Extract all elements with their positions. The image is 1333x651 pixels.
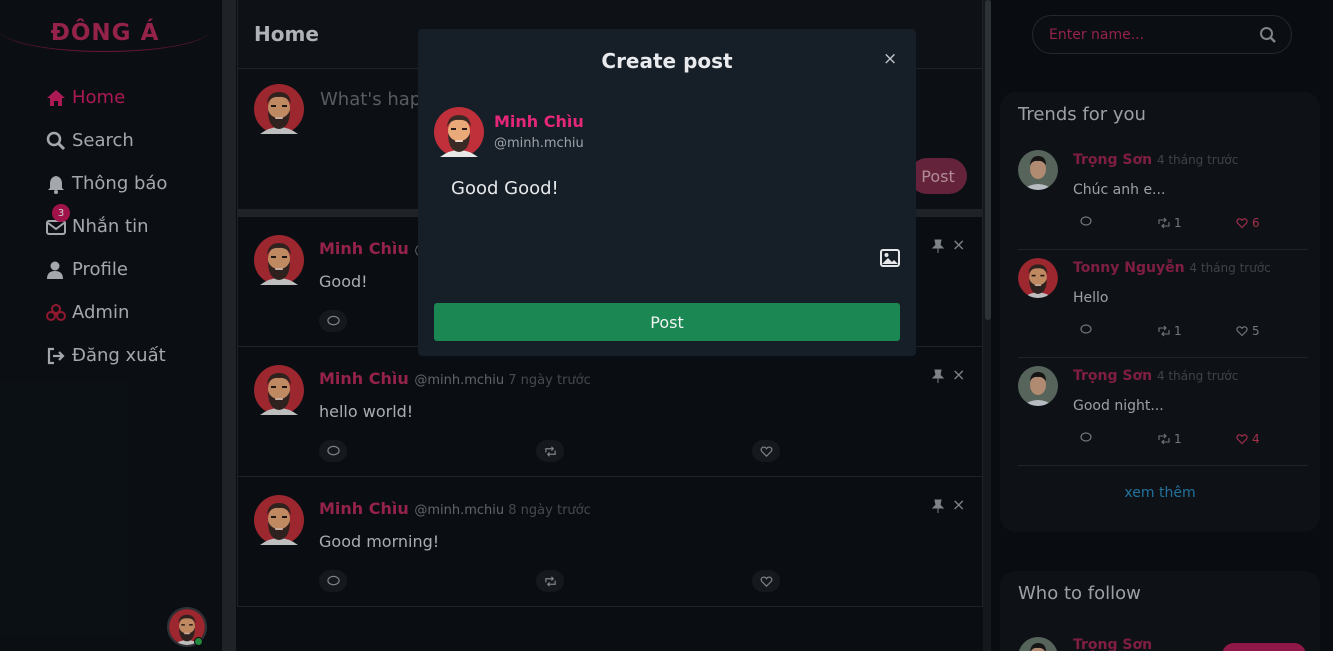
post-button[interactable]: Post [434, 303, 900, 341]
image-upload-icon[interactable] [880, 249, 900, 267]
modal-title: Create post [601, 49, 733, 73]
modal-user-name: Minh Chìu [494, 112, 584, 131]
avatar [434, 107, 484, 157]
modal-user-handle: @minh.mchiu [494, 136, 584, 151]
create-post-modal: Create post × Minh Chìu @minh.mchiu Good… [418, 29, 916, 356]
post-textarea[interactable]: Good Good! [451, 178, 559, 199]
close-icon[interactable]: × [883, 49, 897, 69]
